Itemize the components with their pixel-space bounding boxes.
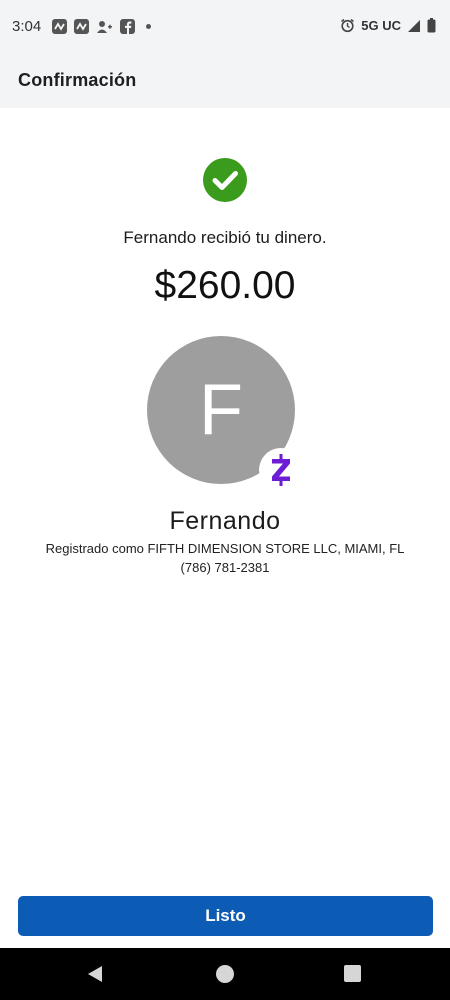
- notification-icons: [52, 19, 151, 34]
- amount-sent: $260.00: [154, 264, 296, 307]
- registered-as: Registrado como FIFTH DIMENSION STORE LL…: [45, 541, 405, 556]
- battery-icon: [427, 18, 436, 33]
- signal-icon: [408, 19, 420, 32]
- facebook-icon: [120, 19, 135, 34]
- dot-icon: [146, 24, 151, 29]
- add-contact-icon: [97, 21, 112, 33]
- recipient-name: Fernando: [169, 507, 281, 535]
- zelle-logo-icon: [259, 448, 303, 492]
- status-right: 5G UC: [340, 18, 436, 33]
- recipient-phone: (786) 781-2381: [180, 560, 270, 575]
- app-header: Confirmación: [0, 56, 450, 108]
- done-button[interactable]: Listo: [18, 896, 433, 936]
- navigation-bar: [0, 948, 450, 1000]
- check-circle-icon: [203, 158, 247, 202]
- notification-app-icon: [52, 19, 67, 34]
- page-title: Confirmación: [18, 70, 137, 90]
- status-bar: 3:04 5G UC: [0, 0, 450, 56]
- notification-app-icon: [74, 19, 89, 34]
- home-icon[interactable]: [216, 965, 234, 983]
- alarm-icon: [341, 18, 355, 33]
- recents-icon[interactable]: [344, 965, 361, 982]
- status-time: 3:04: [12, 18, 42, 35]
- back-icon[interactable]: [86, 964, 104, 984]
- confirmation-message: Fernando recibió tu dinero.: [123, 228, 327, 247]
- network-type: 5G UC: [361, 18, 401, 33]
